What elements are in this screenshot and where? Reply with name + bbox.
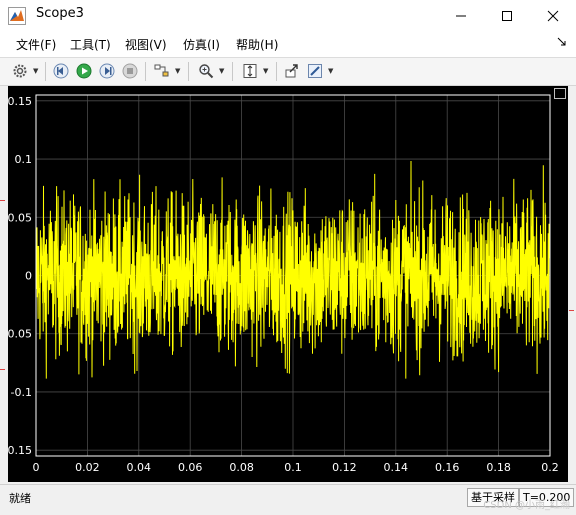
y-tick-label: -0.1 [11, 386, 32, 399]
run-icon[interactable] [74, 61, 94, 81]
x-tick-label: 0 [33, 461, 40, 474]
scope-plot: 0 0.02 0.04 0.06 0.08 0.1 0.12 0.14 0.16 0.18 0.2 0… [4, 94, 559, 474]
expand-axes-icon[interactable] [554, 88, 566, 99]
x-tick-label: 0.02 [75, 461, 100, 474]
background-edge-mark [0, 200, 5, 201]
watermark: CSDN @小雨_红瀚 [483, 500, 570, 511]
style-icon[interactable] [305, 61, 325, 81]
x-tick-label: 0.04 [127, 461, 152, 474]
gear-dropdown-icon[interactable]: ▼ [33, 66, 39, 76]
highlight-dropdown-icon[interactable]: ▼ [175, 66, 181, 76]
y-tick-label: 0.15 [8, 95, 32, 108]
status-bar: 就绪 基于采样 T=0.200 CSDN @小雨_红瀚 [0, 484, 576, 515]
menu-help[interactable]: 帮助(H) [236, 36, 278, 53]
background-edge-mark [569, 310, 574, 311]
undock-icon[interactable] [282, 61, 302, 81]
menu-simulation[interactable]: 仿真(I) [183, 36, 220, 53]
y-tick-label: 0 [25, 270, 32, 283]
zoom-icon[interactable] [196, 61, 216, 81]
zoom-dropdown-icon[interactable]: ▼ [219, 66, 225, 76]
x-tick-label: 0.2 [541, 461, 559, 474]
scope-display[interactable]: 0 0.02 0.04 0.06 0.08 0.1 0.12 0.14 0.16 0.18 0.2 0… [4, 86, 568, 482]
step-forward-icon[interactable] [97, 61, 117, 81]
close-button[interactable] [530, 0, 576, 31]
toolbar: ▼ ▼ ▼ ▼ ▼ [0, 58, 576, 86]
step-back-icon[interactable] [51, 61, 71, 81]
autoscale-icon[interactable] [240, 61, 260, 81]
minimize-button[interactable] [438, 0, 484, 31]
menu-file[interactable]: 文件(F) [16, 36, 56, 53]
y-tick-label: -0.05 [8, 328, 32, 341]
window-title: Scope3 [36, 6, 84, 21]
pin-icon[interactable] [557, 37, 566, 49]
highlight-block-icon[interactable] [152, 61, 172, 81]
maximize-button[interactable] [484, 0, 530, 31]
background-edge-mark [0, 369, 5, 370]
x-tick-label: 0.08 [229, 461, 254, 474]
x-tick-label: 0.1 [284, 461, 302, 474]
y-tick-label: 0.1 [15, 153, 33, 166]
menu-tools[interactable]: 工具(T) [70, 36, 111, 53]
y-tick-label: -0.15 [8, 444, 32, 457]
title-bar: Scope3 [0, 0, 576, 31]
x-tick-label: 0.16 [435, 461, 460, 474]
stop-icon[interactable] [120, 61, 140, 81]
menu-view[interactable]: 视图(V) [125, 36, 167, 53]
gear-icon[interactable] [10, 61, 30, 81]
status-ready: 就绪 [9, 492, 31, 505]
x-tick-label: 0.06 [178, 461, 203, 474]
matlab-scope-icon [8, 7, 26, 25]
y-tick-label: 0.05 [8, 211, 32, 224]
x-tick-label: 0.12 [332, 461, 357, 474]
autoscale-dropdown-icon[interactable]: ▼ [263, 66, 269, 76]
x-tick-label: 0.18 [486, 461, 511, 474]
menu-bar: 文件(F) 工具(T) 视图(V) 仿真(I) 帮助(H) [0, 31, 576, 58]
x-tick-label: 0.14 [384, 461, 409, 474]
style-dropdown-icon[interactable]: ▼ [328, 66, 334, 76]
